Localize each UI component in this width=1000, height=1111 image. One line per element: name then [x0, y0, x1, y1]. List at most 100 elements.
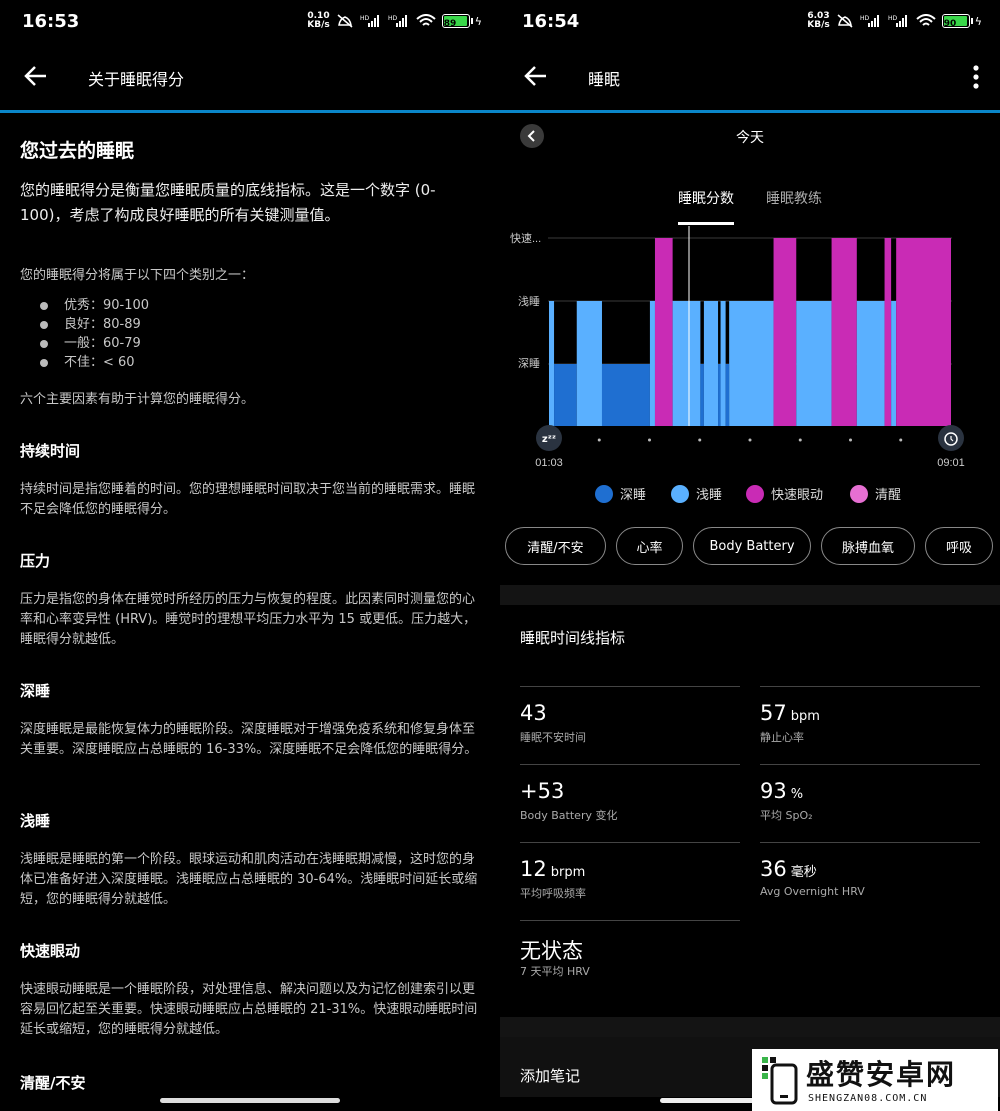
legend-item-rem: 快速眼动 [746, 484, 823, 503]
legend-dot-icon [595, 484, 613, 503]
list-item: 优秀：90-100 [20, 296, 149, 315]
page-title: 关于睡眠得分 [88, 70, 185, 89]
sleep-segment-light [856, 301, 885, 426]
status-icons: 6.03 KB/s HD HD 90 ϟ [807, 12, 982, 30]
metric-body-battery-change[interactable]: +53 Body Battery 变化 [520, 764, 740, 842]
sleep-segment-rem [884, 238, 892, 426]
more-vertical-icon[interactable] [972, 64, 980, 90]
intro-text: 您的睡眠得分是衡量您睡眠质量的底线指标。这是一个数字 (0-100)，考虑了构成… [20, 181, 436, 224]
network-speed: 0.10 KB/s [307, 11, 330, 30]
sleep-segment-rem [831, 238, 857, 426]
y-label-deep: 深睡 [518, 357, 540, 370]
legend-dot-icon [746, 484, 764, 503]
x-tick-dot [899, 438, 903, 442]
wifi-icon [916, 14, 936, 26]
section-body-duration: 持续时间是指您睡着的时间。您的理想睡眠时间取决于您当前的睡眠需求。睡眠不足会降低… [20, 482, 476, 517]
tab-sleep-score[interactable]: 睡眠分数 [678, 188, 734, 208]
legend-dot-icon [850, 484, 868, 503]
sleep-segment-deep [700, 364, 704, 426]
sleep-segment-light [891, 301, 897, 426]
metric-resting-hr[interactable]: 57 bpm 静止心率 [760, 686, 980, 764]
svg-text:HD: HD [388, 15, 398, 22]
sleep-segment-light [576, 301, 602, 426]
chip-respiration[interactable]: 呼吸 [925, 527, 993, 565]
signal-icon: HD [360, 15, 379, 27]
sleep-segment-light [729, 301, 774, 426]
legend-item-light: 浅睡 [671, 484, 722, 503]
bullet-icon [40, 302, 48, 310]
mute-icon [337, 14, 353, 28]
list-item: 一般：60-79 [20, 334, 149, 353]
watermark-logo-icon [762, 1057, 798, 1105]
chip-awake-restless[interactable]: 清醒/不安 [505, 527, 606, 565]
section-heading: 您过去的睡眠 [20, 140, 135, 162]
sleep-segment-light [720, 301, 726, 426]
app-bar: 睡眠 [500, 52, 1000, 104]
date-label: 今天 [736, 130, 764, 146]
sleep-segment-deep [718, 364, 721, 426]
section-title-rem: 快速眼动 [20, 942, 81, 960]
back-arrow-icon[interactable] [22, 62, 50, 90]
mute-icon [837, 14, 853, 28]
accent-divider [500, 110, 1000, 113]
list-item: 良好：80-89 [20, 315, 149, 334]
wifi-icon [416, 14, 436, 26]
sleep-timeline-metrics: 睡眠时间线指标 43 睡眠不安时间 57 bpm 静止心率 +53 Body Ba… [500, 605, 1000, 1017]
tab-sleep-coach[interactable]: 睡眠教练 [766, 188, 822, 208]
status-icons: 0.10 KB/s HD HD 89 ϟ [307, 12, 482, 30]
section-title-duration: 持续时间 [20, 442, 81, 460]
sleep-segment-rem [773, 238, 797, 426]
metric-overnight-hrv[interactable]: 36 毫秒 Avg Overnight HRV [760, 842, 980, 920]
signal-icon: HD [860, 15, 879, 27]
sleep-segment-deep [725, 364, 730, 426]
signal-icon: HD [888, 15, 907, 27]
sleep-segment-deep [601, 364, 650, 426]
add-note-label: 添加笔记 [520, 1067, 581, 1085]
watermark-url: SHENGZAN08.COM.CN [808, 1093, 928, 1104]
battery-icon: 89 ϟ [441, 14, 482, 29]
legend-item-deep: 深睡 [595, 484, 646, 503]
sleep-segment-light [703, 301, 719, 426]
section-title-awake: 清醒/不安 [20, 1074, 86, 1092]
metric-avg-spo2[interactable]: 93% 平均 SpO₂ [760, 764, 980, 842]
metric-restless-time[interactable]: 43 睡眠不安时间 [520, 686, 740, 764]
sleep-segment-deep [554, 364, 577, 426]
chart-legend: 深睡 浅睡 快速眼动 清醒 [500, 484, 1000, 506]
x-tick-dot [597, 438, 601, 442]
chip-heart-rate[interactable]: 心率 [616, 527, 683, 565]
active-tab-indicator [678, 222, 734, 225]
home-indicator[interactable] [160, 1098, 340, 1103]
status-bar: 16:54 6.03 KB/s HD HD 90 ϟ [500, 0, 1000, 44]
status-time: 16:53 [22, 11, 80, 32]
signal-icon: HD [388, 15, 407, 27]
status-bar: 16:53 0.10 KB/s HD HD 89 ϟ [0, 0, 500, 44]
back-arrow-icon[interactable] [522, 62, 550, 90]
bullet-icon [40, 340, 48, 348]
network-speed: 6.03 KB/s [807, 11, 830, 30]
section-body-light: 浅睡眠是睡眠的第一个阶段。眼球运动和肌肉活动在浅睡眠期减慢，这时您的身体已准备好… [20, 852, 478, 907]
x-tick-dot [748, 438, 752, 442]
x-label-end: 09:01 [937, 457, 965, 469]
section-body-deep: 深度睡眠是最能恢复体力的睡眠阶段。深度睡眠对于增强免疫系统和修复身体至关重要。深… [20, 722, 478, 757]
sleep-segment-light [649, 301, 655, 426]
categories-intro: 您的睡眠得分将属于以下四个类别之一： [20, 268, 255, 283]
sleep-segment-light [549, 301, 555, 426]
page-title: 睡眠 [588, 70, 621, 89]
chip-pulse-ox[interactable]: 脉搏血氧 [821, 527, 915, 565]
metrics-title: 睡眠时间线指标 [520, 629, 626, 647]
x-tick-dot [849, 438, 852, 442]
metric-avg-respiration[interactable]: 12 brpm 平均呼吸频率 [520, 842, 740, 920]
legend-dot-icon [671, 484, 689, 503]
status-time: 16:54 [522, 11, 580, 32]
svg-text:HD: HD [860, 15, 870, 22]
alarm-clock-icon [938, 425, 964, 451]
sleep-stage-chart[interactable]: 快速... 浅睡 深睡 zᶻᶻ 01:03 09:01 [500, 226, 1000, 476]
bullet-icon [40, 359, 48, 367]
y-label-rem: 快速... [510, 232, 541, 245]
section-divider [500, 1017, 1000, 1037]
chip-body-battery[interactable]: Body Battery [693, 527, 811, 565]
metric-7day-hrv[interactable]: 无状态 7 天平均 HRV [520, 920, 740, 998]
sleep-segment-rem [896, 238, 951, 426]
legend-item-awake: 清醒 [850, 484, 901, 503]
x-tick-dot [798, 438, 802, 442]
